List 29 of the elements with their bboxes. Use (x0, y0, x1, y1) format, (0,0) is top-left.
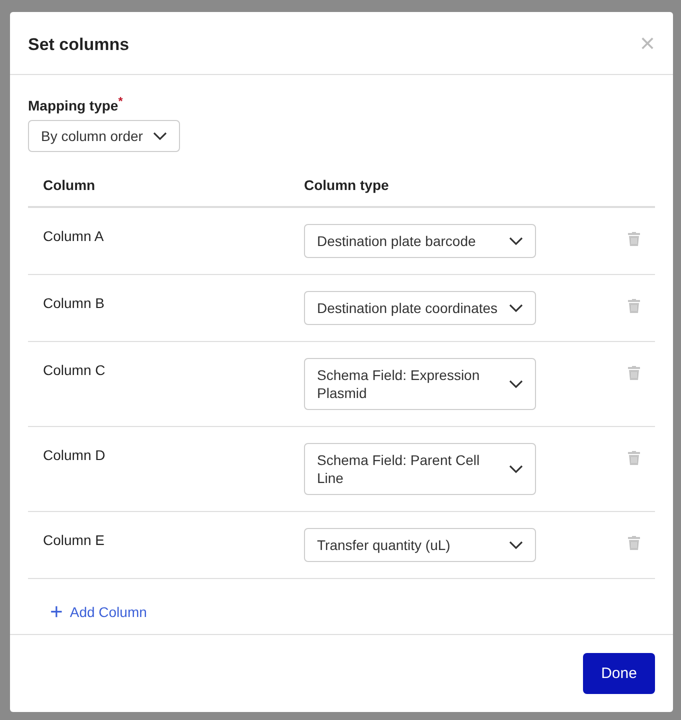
chevron-down-icon (509, 236, 523, 245)
trash-icon[interactable] (628, 366, 640, 380)
chevron-down-icon (152, 132, 167, 140)
trash-icon[interactable] (628, 232, 640, 246)
trash-icon[interactable] (628, 536, 640, 550)
add-column-button[interactable]: + Add Column (50, 600, 147, 623)
column-name: Column C (28, 341, 289, 426)
column-type-dropdown[interactable]: Destination plate coordinates (304, 290, 536, 325)
column-type-dropdown[interactable]: Destination plate barcode (304, 224, 536, 258)
trash-icon[interactable] (628, 298, 640, 313)
chevron-down-icon (509, 540, 523, 549)
column-type-dropdown[interactable]: Transfer quantity (uL) (304, 528, 536, 562)
done-button[interactable]: Done (583, 653, 655, 694)
dialog-title: Set columns (28, 35, 130, 55)
column-type-dropdown[interactable]: Schema Field: Parent Cell Line (304, 442, 536, 495)
column-name: Column D (28, 426, 289, 512)
field-label: Mapping type (28, 98, 118, 114)
column-type-dropdown[interactable]: Schema Field: Expression Plasmid (304, 358, 536, 410)
column-name: Column E (28, 511, 289, 578)
chevron-down-icon (509, 304, 523, 312)
required-marker: * (118, 95, 123, 108)
column-name: Column A (28, 206, 289, 274)
column-header: Column (28, 168, 289, 207)
chevron-down-icon (509, 380, 523, 388)
column-header: Column type (289, 168, 604, 207)
mapping-type-dropdown[interactable]: By column order (28, 120, 180, 152)
chevron-down-icon (509, 464, 523, 473)
column-name: Column B (28, 274, 289, 342)
trash-icon[interactable] (628, 450, 640, 465)
